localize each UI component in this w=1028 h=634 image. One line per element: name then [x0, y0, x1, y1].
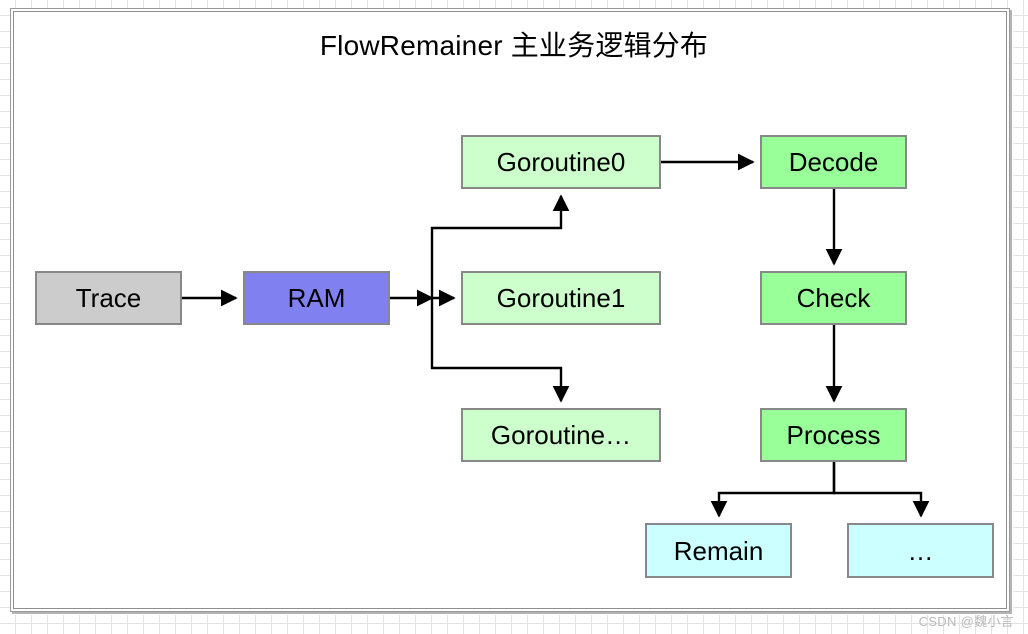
node-label-goroutine0: Goroutine0 — [496, 147, 626, 177]
node-label-process: Process — [786, 420, 881, 450]
watermark: CSDN @魏小言 — [918, 614, 1014, 629]
node-check[interactable]: Check — [760, 271, 907, 325]
edge-process-to-remain — [710, 462, 836, 518]
node-process[interactable]: Process — [760, 408, 907, 462]
edge-process-to-more — [832, 462, 930, 518]
node-decode[interactable]: Decode — [760, 135, 907, 189]
node-goroutine-more[interactable]: Goroutine… — [461, 408, 661, 462]
node-label-goroutine1: Goroutine1 — [496, 283, 626, 313]
node-ram[interactable]: RAM — [243, 271, 390, 325]
node-label-ram: RAM — [287, 283, 346, 313]
node-goroutine0[interactable]: Goroutine0 — [461, 135, 661, 189]
node-label-trace: Trace — [75, 283, 142, 313]
node-label-check: Check — [796, 283, 871, 313]
node-goroutine1[interactable]: Goroutine1 — [461, 271, 661, 325]
node-remain[interactable]: Remain — [645, 523, 792, 578]
node-trace[interactable]: Trace — [35, 271, 182, 325]
node-label-decode: Decode — [788, 147, 879, 177]
node-label-goroutine-more: Goroutine… — [490, 420, 632, 450]
node-label-more: … — [907, 535, 934, 566]
diagram-canvas: FlowRemainer 主业务逻辑分布 Trace RAM Goroutine… — [0, 0, 1028, 634]
diagram-title: FlowRemainer 主业务逻辑分布 — [319, 30, 709, 61]
node-more[interactable]: … — [847, 523, 994, 578]
node-label-remain: Remain — [673, 535, 764, 566]
